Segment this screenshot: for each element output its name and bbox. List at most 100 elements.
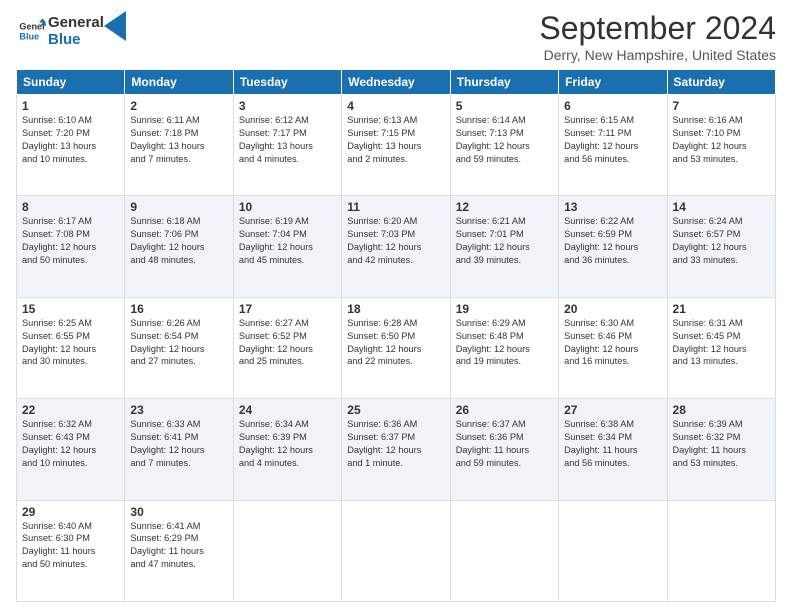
day-number: 11 xyxy=(347,200,444,214)
day-details: Sunrise: 6:17 AMSunset: 7:08 PMDaylight:… xyxy=(22,215,119,267)
day-details: Sunrise: 6:26 AMSunset: 6:54 PMDaylight:… xyxy=(130,317,227,369)
day-number: 27 xyxy=(564,403,661,417)
day-number: 14 xyxy=(673,200,770,214)
day-details: Sunrise: 6:25 AMSunset: 6:55 PMDaylight:… xyxy=(22,317,119,369)
calendar-cell: 18Sunrise: 6:28 AMSunset: 6:50 PMDayligh… xyxy=(342,297,450,398)
day-details: Sunrise: 6:20 AMSunset: 7:03 PMDaylight:… xyxy=(347,215,444,267)
day-number: 28 xyxy=(673,403,770,417)
day-number: 16 xyxy=(130,302,227,316)
col-tuesday: Tuesday xyxy=(233,70,341,95)
day-details: Sunrise: 6:27 AMSunset: 6:52 PMDaylight:… xyxy=(239,317,336,369)
calendar-cell: 23Sunrise: 6:33 AMSunset: 6:41 PMDayligh… xyxy=(125,399,233,500)
col-thursday: Thursday xyxy=(450,70,558,95)
day-details: Sunrise: 6:38 AMSunset: 6:34 PMDaylight:… xyxy=(564,418,661,470)
calendar-week-3: 15Sunrise: 6:25 AMSunset: 6:55 PMDayligh… xyxy=(17,297,776,398)
day-number: 22 xyxy=(22,403,119,417)
calendar-week-4: 22Sunrise: 6:32 AMSunset: 6:43 PMDayligh… xyxy=(17,399,776,500)
calendar-cell: 25Sunrise: 6:36 AMSunset: 6:37 PMDayligh… xyxy=(342,399,450,500)
day-details: Sunrise: 6:11 AMSunset: 7:18 PMDaylight:… xyxy=(130,114,227,166)
logo-icon: General Blue xyxy=(18,17,46,45)
day-details: Sunrise: 6:41 AMSunset: 6:29 PMDaylight:… xyxy=(130,520,227,572)
svg-text:Blue: Blue xyxy=(19,31,39,41)
calendar-cell: 17Sunrise: 6:27 AMSunset: 6:52 PMDayligh… xyxy=(233,297,341,398)
day-number: 19 xyxy=(456,302,553,316)
day-number: 7 xyxy=(673,99,770,113)
calendar-cell: 9Sunrise: 6:18 AMSunset: 7:06 PMDaylight… xyxy=(125,196,233,297)
col-saturday: Saturday xyxy=(667,70,775,95)
calendar-cell xyxy=(450,500,558,601)
day-details: Sunrise: 6:31 AMSunset: 6:45 PMDaylight:… xyxy=(673,317,770,369)
day-number: 10 xyxy=(239,200,336,214)
day-details: Sunrise: 6:12 AMSunset: 7:17 PMDaylight:… xyxy=(239,114,336,166)
day-details: Sunrise: 6:15 AMSunset: 7:11 PMDaylight:… xyxy=(564,114,661,166)
day-details: Sunrise: 6:34 AMSunset: 6:39 PMDaylight:… xyxy=(239,418,336,470)
day-number: 21 xyxy=(673,302,770,316)
day-number: 8 xyxy=(22,200,119,214)
calendar-cell: 16Sunrise: 6:26 AMSunset: 6:54 PMDayligh… xyxy=(125,297,233,398)
day-number: 30 xyxy=(130,505,227,519)
col-wednesday: Wednesday xyxy=(342,70,450,95)
calendar-cell: 11Sunrise: 6:20 AMSunset: 7:03 PMDayligh… xyxy=(342,196,450,297)
day-details: Sunrise: 6:14 AMSunset: 7:13 PMDaylight:… xyxy=(456,114,553,166)
calendar-cell: 13Sunrise: 6:22 AMSunset: 6:59 PMDayligh… xyxy=(559,196,667,297)
calendar-cell: 27Sunrise: 6:38 AMSunset: 6:34 PMDayligh… xyxy=(559,399,667,500)
calendar-cell xyxy=(233,500,341,601)
calendar-cell: 21Sunrise: 6:31 AMSunset: 6:45 PMDayligh… xyxy=(667,297,775,398)
calendar-table: Sunday Monday Tuesday Wednesday Thursday… xyxy=(16,69,776,602)
calendar-cell: 10Sunrise: 6:19 AMSunset: 7:04 PMDayligh… xyxy=(233,196,341,297)
col-monday: Monday xyxy=(125,70,233,95)
day-details: Sunrise: 6:37 AMSunset: 6:36 PMDaylight:… xyxy=(456,418,553,470)
calendar-cell xyxy=(667,500,775,601)
day-number: 18 xyxy=(347,302,444,316)
calendar-cell xyxy=(559,500,667,601)
day-number: 13 xyxy=(564,200,661,214)
day-details: Sunrise: 6:22 AMSunset: 6:59 PMDaylight:… xyxy=(564,215,661,267)
col-sunday: Sunday xyxy=(17,70,125,95)
day-number: 3 xyxy=(239,99,336,113)
header: General Blue General Blue September 2024… xyxy=(16,10,776,63)
day-number: 29 xyxy=(22,505,119,519)
day-number: 15 xyxy=(22,302,119,316)
day-details: Sunrise: 6:39 AMSunset: 6:32 PMDaylight:… xyxy=(673,418,770,470)
day-details: Sunrise: 6:24 AMSunset: 6:57 PMDaylight:… xyxy=(673,215,770,267)
svg-text:General: General xyxy=(19,22,46,32)
day-details: Sunrise: 6:21 AMSunset: 7:01 PMDaylight:… xyxy=(456,215,553,267)
day-number: 24 xyxy=(239,403,336,417)
day-number: 20 xyxy=(564,302,661,316)
day-details: Sunrise: 6:40 AMSunset: 6:30 PMDaylight:… xyxy=(22,520,119,572)
day-details: Sunrise: 6:10 AMSunset: 7:20 PMDaylight:… xyxy=(22,114,119,166)
calendar-cell: 6Sunrise: 6:15 AMSunset: 7:11 PMDaylight… xyxy=(559,95,667,196)
day-number: 26 xyxy=(456,403,553,417)
day-number: 2 xyxy=(130,99,227,113)
calendar-cell: 5Sunrise: 6:14 AMSunset: 7:13 PMDaylight… xyxy=(450,95,558,196)
day-number: 6 xyxy=(564,99,661,113)
day-details: Sunrise: 6:13 AMSunset: 7:15 PMDaylight:… xyxy=(347,114,444,166)
calendar-week-5: 29Sunrise: 6:40 AMSunset: 6:30 PMDayligh… xyxy=(17,500,776,601)
day-details: Sunrise: 6:18 AMSunset: 7:06 PMDaylight:… xyxy=(130,215,227,267)
calendar-cell: 22Sunrise: 6:32 AMSunset: 6:43 PMDayligh… xyxy=(17,399,125,500)
calendar-week-2: 8Sunrise: 6:17 AMSunset: 7:08 PMDaylight… xyxy=(17,196,776,297)
calendar-cell: 14Sunrise: 6:24 AMSunset: 6:57 PMDayligh… xyxy=(667,196,775,297)
calendar-cell: 7Sunrise: 6:16 AMSunset: 7:10 PMDaylight… xyxy=(667,95,775,196)
day-number: 5 xyxy=(456,99,553,113)
logo: General Blue General Blue xyxy=(16,14,126,48)
day-number: 1 xyxy=(22,99,119,113)
calendar-cell: 29Sunrise: 6:40 AMSunset: 6:30 PMDayligh… xyxy=(17,500,125,601)
day-details: Sunrise: 6:29 AMSunset: 6:48 PMDaylight:… xyxy=(456,317,553,369)
logo-line1: General xyxy=(48,14,104,31)
day-details: Sunrise: 6:36 AMSunset: 6:37 PMDaylight:… xyxy=(347,418,444,470)
day-details: Sunrise: 6:16 AMSunset: 7:10 PMDaylight:… xyxy=(673,114,770,166)
day-number: 9 xyxy=(130,200,227,214)
day-number: 17 xyxy=(239,302,336,316)
day-number: 25 xyxy=(347,403,444,417)
calendar-cell: 30Sunrise: 6:41 AMSunset: 6:29 PMDayligh… xyxy=(125,500,233,601)
calendar-cell: 1Sunrise: 6:10 AMSunset: 7:20 PMDaylight… xyxy=(17,95,125,196)
day-number: 4 xyxy=(347,99,444,113)
calendar-cell: 24Sunrise: 6:34 AMSunset: 6:39 PMDayligh… xyxy=(233,399,341,500)
calendar-week-1: 1Sunrise: 6:10 AMSunset: 7:20 PMDaylight… xyxy=(17,95,776,196)
page: General Blue General Blue September 2024… xyxy=(0,0,792,612)
header-row: Sunday Monday Tuesday Wednesday Thursday… xyxy=(17,70,776,95)
calendar-cell: 8Sunrise: 6:17 AMSunset: 7:08 PMDaylight… xyxy=(17,196,125,297)
calendar-cell: 26Sunrise: 6:37 AMSunset: 6:36 PMDayligh… xyxy=(450,399,558,500)
calendar-cell: 12Sunrise: 6:21 AMSunset: 7:01 PMDayligh… xyxy=(450,196,558,297)
